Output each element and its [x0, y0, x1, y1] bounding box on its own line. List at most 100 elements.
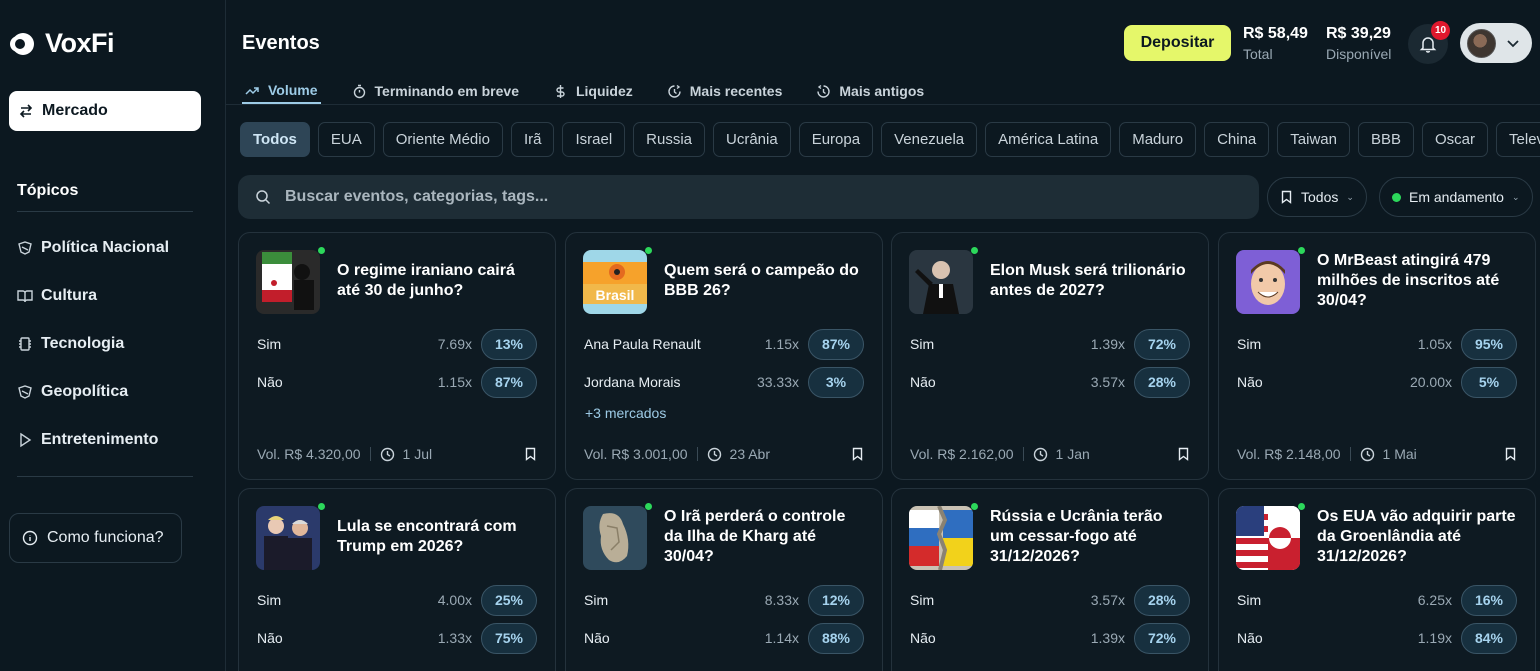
deposit-button[interactable]: Depositar — [1124, 25, 1231, 61]
event-question[interactable]: O Irã perderá o controle da Ilha de Khar… — [664, 507, 864, 567]
live-indicator — [1298, 503, 1305, 510]
outcome-percent-button[interactable]: 13% — [481, 328, 537, 360]
search-input[interactable] — [285, 188, 1185, 206]
voxfi-logo-icon — [10, 32, 34, 55]
outcome-percent-button[interactable]: 16% — [1461, 584, 1517, 616]
chip-ucrania[interactable]: Ucrânia — [713, 122, 791, 157]
outcome-percent-button[interactable]: 75% — [481, 622, 537, 654]
chip-oscar[interactable]: Oscar — [1422, 122, 1489, 157]
event-card[interactable]: Brasil Quem será o campeão do BBB 26? An… — [565, 232, 883, 480]
event-question[interactable]: Rússia e Ucrânia terão um cessar-fogo at… — [990, 507, 1190, 567]
tab-oldest[interactable]: Mais antigos — [813, 78, 927, 104]
chip-europa[interactable]: Europa — [798, 122, 874, 157]
chip-russia[interactable]: Russia — [633, 122, 706, 157]
tab-volume[interactable]: Volume — [242, 78, 321, 104]
chip-maduro[interactable]: Maduro — [1119, 122, 1197, 157]
chip-televisao[interactable]: Televi — [1496, 122, 1540, 157]
more-markets-link[interactable]: +3 mercados — [585, 405, 666, 421]
chip-taiwan[interactable]: Taiwan — [1277, 122, 1350, 157]
event-volume: Vol. R$ 2.148,00 — [1237, 446, 1341, 462]
shield-icon — [18, 385, 32, 399]
chip-eua[interactable]: EUA — [317, 122, 375, 157]
outcome-percent-button[interactable]: 3% — [808, 366, 864, 398]
chip-israel[interactable]: Israel — [562, 122, 626, 157]
chip-icon — [19, 337, 31, 351]
outcome-multiplier: 20.00x — [1409, 374, 1452, 390]
chip-china[interactable]: China — [1204, 122, 1270, 157]
outcome-name: Sim — [1237, 336, 1262, 352]
event-card[interactable]: Lula se encontrará com Trump em 2026? Si… — [238, 488, 556, 671]
event-question[interactable]: O MrBeast atingirá 479 milhões de inscri… — [1317, 251, 1517, 311]
chip-oriente-medio[interactable]: Oriente Médio — [382, 122, 503, 157]
live-indicator — [645, 503, 652, 510]
topic-label: Geopolítica — [41, 383, 129, 400]
outcome-percent-button[interactable]: 95% — [1461, 328, 1517, 360]
outcome-multiplier: 1.15x — [437, 374, 472, 390]
chip-todos[interactable]: Todos — [240, 122, 310, 157]
event-question[interactable]: O regime iraniano cairá até 30 de junho? — [337, 261, 537, 301]
bookmark-icon[interactable] — [851, 447, 864, 461]
topic-label: Cultura — [41, 287, 97, 304]
tab-label: Volume — [268, 82, 318, 98]
event-question[interactable]: Elon Musk será trilionário antes de 2027… — [990, 261, 1190, 301]
topic-entretenimento[interactable]: Entretenimento — [17, 426, 169, 454]
outcome-multiplier: 1.39x — [1090, 336, 1125, 352]
outcome-percent-button[interactable]: 5% — [1461, 366, 1517, 398]
event-end-date: 23 Abr — [729, 446, 771, 462]
outcome-percent-button[interactable]: 25% — [481, 584, 537, 616]
outcome-percent-button[interactable]: 87% — [808, 328, 864, 360]
event-end-date: 1 Mai — [1382, 446, 1417, 462]
bookmark-icon[interactable] — [1504, 447, 1517, 461]
outcome-percent-button[interactable]: 72% — [1134, 622, 1190, 654]
event-question[interactable]: Quem será o campeão do BBB 26? — [664, 261, 864, 301]
outcome-percent-button[interactable]: 28% — [1134, 366, 1190, 398]
bookmark-icon[interactable] — [1177, 447, 1190, 461]
notifications-badge: 10 — [1431, 21, 1450, 40]
outcome-name: Sim — [257, 336, 282, 352]
topic-label: Política Nacional — [41, 239, 170, 256]
bookmark-icon[interactable] — [524, 447, 537, 461]
outcome-name: Não — [257, 630, 283, 646]
tab-ending-soon[interactable]: Terminando em breve — [349, 78, 522, 104]
event-question[interactable]: Os EUA vão adquirir parte da Groenlândia… — [1317, 507, 1517, 567]
event-card[interactable]: O Irã perderá o controle da Ilha de Khar… — [565, 488, 883, 671]
how-it-works-button[interactable]: Como funciona? — [9, 513, 182, 563]
event-question[interactable]: Lula se encontrará com Trump em 2026? — [337, 517, 537, 557]
chip-america-latina[interactable]: América Latina — [985, 122, 1112, 157]
chip-venezuela[interactable]: Venezuela — [881, 122, 978, 157]
outcome-row: Não 1.14x 88% — [584, 622, 864, 654]
outcome-percent-button[interactable]: 28% — [1134, 584, 1190, 616]
event-card[interactable]: O MrBeast atingirá 479 milhões de inscri… — [1218, 232, 1536, 480]
outcome-multiplier: 8.33x — [764, 592, 799, 608]
outcome-percent-button[interactable]: 88% — [808, 622, 864, 654]
chip-bbb[interactable]: BBB — [1357, 122, 1414, 157]
topic-cultura[interactable]: Cultura — [17, 282, 169, 310]
event-card[interactable]: O regime iraniano cairá até 30 de junho?… — [238, 232, 556, 480]
outcome-percent-button[interactable]: 87% — [481, 366, 537, 398]
topic-geopolitica[interactable]: Geopolítica — [17, 378, 169, 406]
event-thumbnail — [583, 503, 652, 572]
status-filter-dropdown[interactable]: Em andamento ⌄ — [1379, 177, 1533, 217]
outcome-multiplier: 1.19x — [1417, 630, 1452, 646]
tab-most-recent[interactable]: Mais recentes — [664, 78, 786, 104]
clock-back-icon — [817, 84, 831, 98]
market-button[interactable]: Mercado — [9, 91, 201, 131]
outcome-percent-button[interactable]: 72% — [1134, 328, 1190, 360]
event-card[interactable]: Rússia e Ucrânia terão um cessar-fogo at… — [891, 488, 1209, 671]
chip-ira[interactable]: Irã — [510, 122, 555, 157]
event-card[interactable]: Elon Musk será trilionário antes de 2027… — [891, 232, 1209, 480]
tab-liquidity[interactable]: Liquidez — [550, 78, 636, 104]
outcome-name: Não — [910, 374, 936, 390]
outcome-multiplier: 7.69x — [437, 336, 472, 352]
live-indicator — [1298, 247, 1305, 254]
saved-filter-dropdown[interactable]: Todos ⌄ — [1267, 177, 1367, 217]
event-card[interactable]: Os EUA vão adquirir parte da Groenlândia… — [1218, 488, 1536, 671]
outcome-name: Não — [1237, 630, 1263, 646]
topic-politica-nacional[interactable]: Política Nacional — [17, 234, 169, 262]
outcome-row: Jordana Morais 33.33x 3% — [584, 366, 864, 398]
outcome-percent-button[interactable]: 84% — [1461, 622, 1517, 654]
outcome-percent-button[interactable]: 12% — [808, 584, 864, 616]
brand-logo[interactable]: VoxFi — [9, 28, 115, 59]
user-menu-button[interactable] — [1460, 23, 1532, 63]
topic-tecnologia[interactable]: Tecnologia — [17, 330, 169, 358]
